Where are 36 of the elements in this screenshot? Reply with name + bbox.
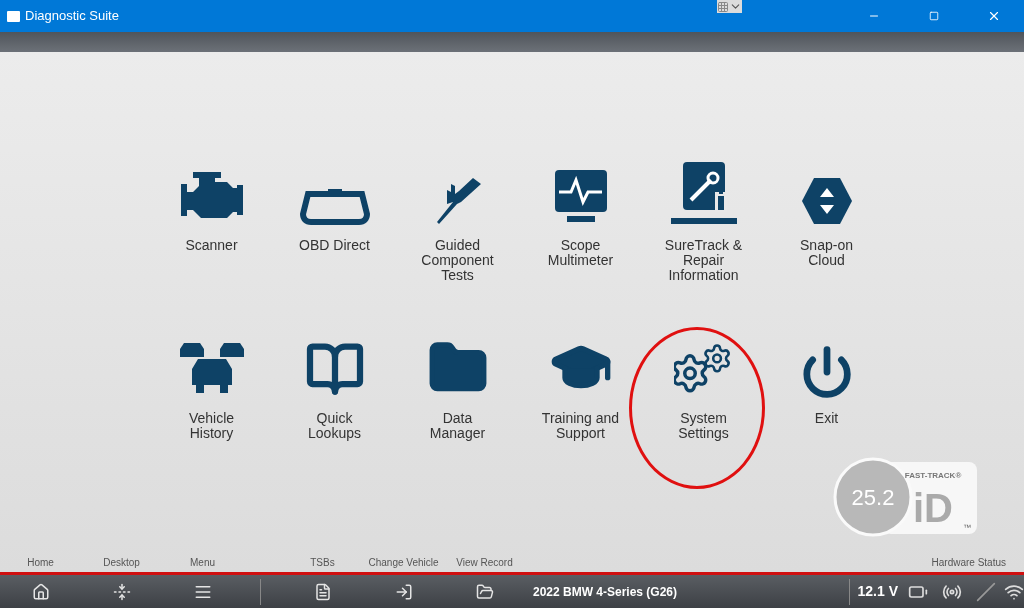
manual-wrench-icon	[668, 160, 739, 226]
launcher-tile[interactable]: OBD Direct	[275, 160, 394, 253]
grid-icon[interactable]	[717, 0, 729, 13]
disconnected-icon[interactable]	[976, 581, 996, 602]
window-title: Diagnostic Suite	[25, 7, 119, 26]
toolbar-label: Desktop	[102, 556, 141, 570]
launcher-tile[interactable]: Training and Support	[521, 333, 640, 441]
connector-icon	[299, 186, 370, 226]
launcher-tile[interactable]: Scanner	[152, 160, 271, 253]
expand-icon	[112, 582, 131, 601]
vehicle-name: 2022 BMW 4-Series (G26)	[531, 583, 679, 601]
launcher-tile[interactable]: SureTrack & Repair Information	[644, 160, 763, 283]
launcher-tile[interactable]: Exit	[767, 333, 886, 426]
home-icon	[31, 582, 50, 601]
version-logo: 25.2 FAST-TRACK® iD ™	[833, 456, 979, 538]
launcher-tile[interactable]: Data Manager	[398, 333, 517, 441]
arrow-in-icon	[394, 582, 413, 601]
launcher-tile[interactable]: Snap-on Cloud	[767, 160, 886, 268]
launcher-tile[interactable]: Vehicle History	[152, 333, 271, 441]
toolbar-label: Home	[26, 556, 55, 570]
folder-icon	[475, 582, 494, 601]
app-icon	[7, 10, 20, 22]
close-icon	[987, 9, 1001, 23]
maximize-icon	[929, 11, 939, 21]
toolbar-label: Menu	[189, 556, 216, 570]
launcher-tile[interactable]: Quick Lookups	[275, 333, 394, 441]
launcher-tile[interactable]: Scope Multimeter	[521, 160, 640, 268]
launcher-tile[interactable]: Guided Component Tests	[398, 160, 517, 283]
document-icon	[313, 582, 332, 601]
hardware-status-label: Hardware Status	[931, 556, 1006, 570]
voltage-reading: 12.1 V	[857, 582, 898, 601]
hexagon-arrows-icon	[799, 176, 854, 226]
toolbar-label: Change Vehicle	[367, 556, 440, 570]
launcher-tile[interactable]: System Settings	[644, 333, 763, 441]
toolbar-label: TSBs	[309, 556, 336, 570]
toolbar-label: View Record	[455, 556, 514, 570]
